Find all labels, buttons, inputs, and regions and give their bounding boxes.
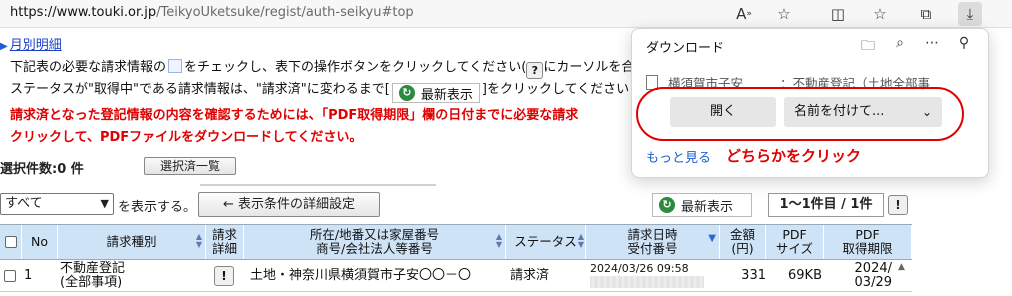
- instr1-text-a: 下記表の必要な請求情報の: [10, 60, 167, 75]
- header-pdf-deadline: PDF 取得期限: [824, 225, 912, 259]
- refresh-button[interactable]: ↻ 最新表示: [652, 193, 752, 217]
- search-icon[interactable]: ⌕: [890, 35, 910, 55]
- triangle-icon: ▶: [0, 41, 8, 52]
- screenshot-root: https://www.touki.or.jp/TeikyoUketsuke/r…: [0, 0, 1012, 296]
- download-icon[interactable]: ⤓: [958, 2, 982, 26]
- scroll-up-icon[interactable]: ▲: [898, 262, 905, 272]
- header-request-date[interactable]: 請求日時 受付番号 ▼: [586, 225, 720, 259]
- read-aloud-icon[interactable]: A»: [732, 2, 756, 26]
- inline-refresh-button: ↻ 最新表示: [391, 83, 480, 103]
- header-status-label: ステータス: [514, 234, 577, 249]
- refresh-icon: ↻: [659, 197, 675, 213]
- header-request-date-label: 請求日時 受付番号: [627, 227, 678, 256]
- favorite-star-icon[interactable]: ☆: [772, 2, 796, 26]
- header-location[interactable]: 所在/地番又は家屋番号 商号/会社法人等番号 ▲ ▼: [244, 225, 506, 259]
- header-pdf-size: PDF サイズ: [766, 225, 824, 259]
- warning-line-2: クリックして、PDFファイルをダウンロードしてください。: [10, 130, 363, 145]
- redacted-receipt-number: [590, 276, 704, 288]
- select-all-checkbox[interactable]: [4, 236, 17, 248]
- monthly-link[interactable]: 月別明細: [10, 38, 62, 53]
- selected-list-button[interactable]: 選択済一覧: [144, 157, 236, 175]
- pin-icon[interactable]: ⚲: [954, 35, 974, 55]
- display-filter-select[interactable]: すべて ▼: [0, 193, 114, 215]
- info-icon[interactable]: !: [888, 195, 908, 215]
- row-detail-cell: !: [214, 260, 236, 292]
- instr2-text-a: ステータスが"取得中"である請求情報は、"請求済"に変わるまで[: [10, 82, 390, 97]
- header-request-type[interactable]: 請求種別 ▲ ▼: [58, 225, 206, 259]
- row-size: 69KB: [788, 268, 822, 283]
- selected-count: 選択件数:0 件: [0, 162, 84, 177]
- refresh-icon: ↻: [398, 85, 415, 101]
- instr1-text-b: をチェックし、表下の操作ボタンをクリックしてください(: [184, 60, 527, 75]
- favorites-icon[interactable]: ☆: [868, 2, 892, 26]
- row-status: 請求済: [510, 268, 550, 283]
- row-checkbox[interactable]: [4, 270, 16, 282]
- download-panel: ダウンロード 🗀 ⌕ ⋯ ⚲ 横須賀市子安 ：不動産登記（土地全部事 開く 名前…: [631, 28, 989, 178]
- table-row[interactable]: 1 不動産登記 (全部事項) ! 土地・神奈川県横須賀市子安〇〇－〇 請求済 2…: [0, 260, 912, 292]
- header-request-detail: 請求 詳細: [206, 225, 244, 259]
- detail-settings-button[interactable]: ← 表示条件の詳細設定: [198, 192, 380, 217]
- instruction-line-1: 下記表の必要な請求情報の をチェックし、表下の操作ボタンをクリックしてください(?…: [10, 56, 647, 79]
- row-checkbox-cell: [4, 260, 20, 292]
- folder-icon[interactable]: 🗀: [858, 35, 878, 55]
- row-type: 不動産登記 (全部事項): [60, 261, 126, 290]
- see-more-link[interactable]: もっと見る: [646, 147, 711, 166]
- url-path: /TeikyoUketsuke/regist/auth-seikyu#top: [156, 5, 414, 20]
- row-deadline: 2024/ 03/29: [854, 261, 892, 290]
- warning-line-1: 請求済となった登記情報の内容を確認するためには、「PDF取得期限」欄の日付までに…: [10, 108, 579, 123]
- browser-toolbar: https://www.touki.or.jp/TeikyoUketsuke/r…: [0, 0, 1012, 28]
- display-filter-value: すべて: [5, 196, 43, 211]
- row-amount: 331: [741, 268, 766, 283]
- header-no: No: [22, 225, 58, 259]
- url-host: https://www.touki.or.jp: [10, 5, 157, 20]
- header-amount: 金額 (円): [720, 225, 766, 259]
- header-status[interactable]: ステータス ▲ ▼: [506, 225, 586, 259]
- chevron-down-icon: ▼: [100, 197, 109, 210]
- download-panel-title: ダウンロード: [646, 41, 725, 56]
- checkbox-icon: [168, 59, 183, 73]
- highlight-oval: [636, 87, 964, 141]
- refresh-button-label: 最新表示: [681, 199, 734, 215]
- sort-icon: ▲ ▼: [495, 232, 502, 249]
- address-bar[interactable]: https://www.touki.or.jp/TeikyoUketsuke/r…: [10, 5, 414, 20]
- header-request-type-label: 請求種別: [106, 234, 157, 249]
- row-location: 土地・神奈川県横須賀市子安〇〇－〇: [250, 268, 472, 283]
- record-count: 1〜1件目 / 1件: [768, 193, 884, 217]
- table-header: No 請求種別 ▲ ▼ 請求 詳細 所在/地番又は家屋番号 商号/会社法人等番号 ▲ ▼…: [0, 224, 912, 260]
- divider: [200, 184, 436, 186]
- filter-row: すべて ▼ を表示する。 ← 表示条件の詳細設定 ↻ 最新表示 1〜1件目 / …: [0, 192, 1012, 219]
- header-checkbox-cell: [0, 225, 22, 259]
- split-screen-icon[interactable]: ◫: [826, 2, 850, 26]
- row-no: 1: [24, 268, 33, 283]
- monthly-link-row: ▶ 月別明細: [0, 34, 62, 53]
- annotation-text: どちらかをクリック: [726, 147, 862, 165]
- sort-icon: ▲ ▼: [577, 232, 584, 249]
- sort-desc-icon: ▼: [708, 233, 716, 244]
- collections-icon[interactable]: ⧉: [914, 2, 938, 26]
- question-icon: ?: [526, 62, 544, 79]
- detail-info-icon[interactable]: !: [214, 266, 234, 286]
- instruction-line-2: ステータスが"取得中"である請求情報は、"請求済"に変わるまで[ ↻ 最新表示 ]をク…: [10, 78, 629, 103]
- inline-refresh-label: 最新表示: [420, 87, 473, 103]
- header-location-label: 所在/地番又は家屋番号 商号/会社法人等番号: [309, 227, 440, 256]
- sort-icon: ▲ ▼: [195, 232, 202, 249]
- instr2-text-b: ]をクリックしてください: [481, 82, 630, 97]
- more-options-icon[interactable]: ⋯: [922, 35, 942, 55]
- filter-label: を表示する。: [118, 200, 197, 215]
